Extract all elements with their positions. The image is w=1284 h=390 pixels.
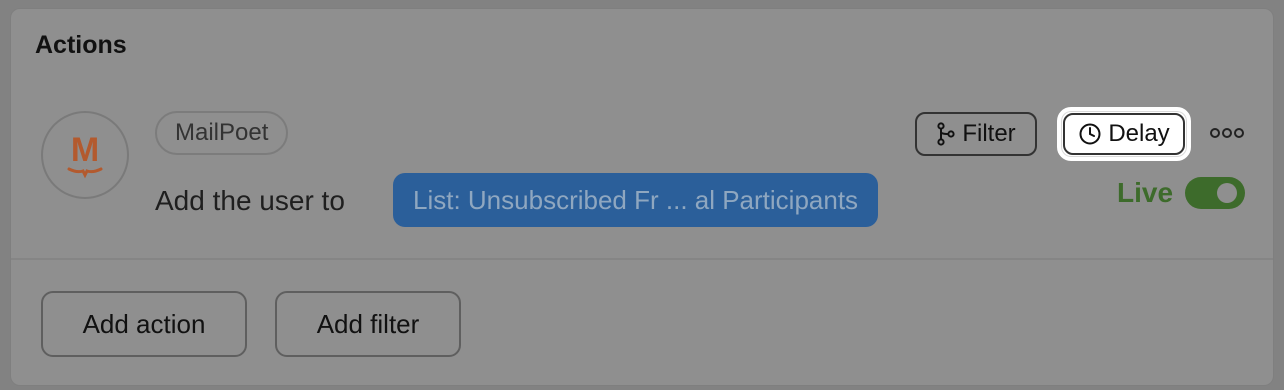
list-selector-chip[interactable]: List: Unsubscribed Fr ... al Participant… <box>393 173 879 227</box>
add-action-button[interactable]: Add action <box>41 291 247 357</box>
filter-button-label: Filter <box>962 120 1016 147</box>
divider <box>11 258 1273 260</box>
delay-button[interactable]: Delay <box>1057 107 1191 161</box>
action-description: Add the user to <box>155 185 345 216</box>
filter-button[interactable]: Filter <box>915 112 1037 156</box>
live-toggle[interactable] <box>1185 177 1245 209</box>
status-label: Live <box>1117 177 1174 208</box>
clock-icon <box>1079 123 1101 145</box>
delay-button-label: Delay <box>1108 120 1170 147</box>
actions-panel: Actions M MailPoet Add the user to List:… <box>10 8 1274 386</box>
branch-icon <box>937 122 955 146</box>
more-dots-icon[interactable] <box>1209 121 1245 145</box>
panel-title: Actions <box>35 31 127 59</box>
integration-tag: MailPoet <box>155 111 289 155</box>
mailpoet-logo-icon: M <box>41 111 129 199</box>
toggle-knob <box>1217 183 1237 203</box>
logo-letter: M <box>71 131 99 169</box>
add-filter-button[interactable]: Add filter <box>275 291 461 357</box>
